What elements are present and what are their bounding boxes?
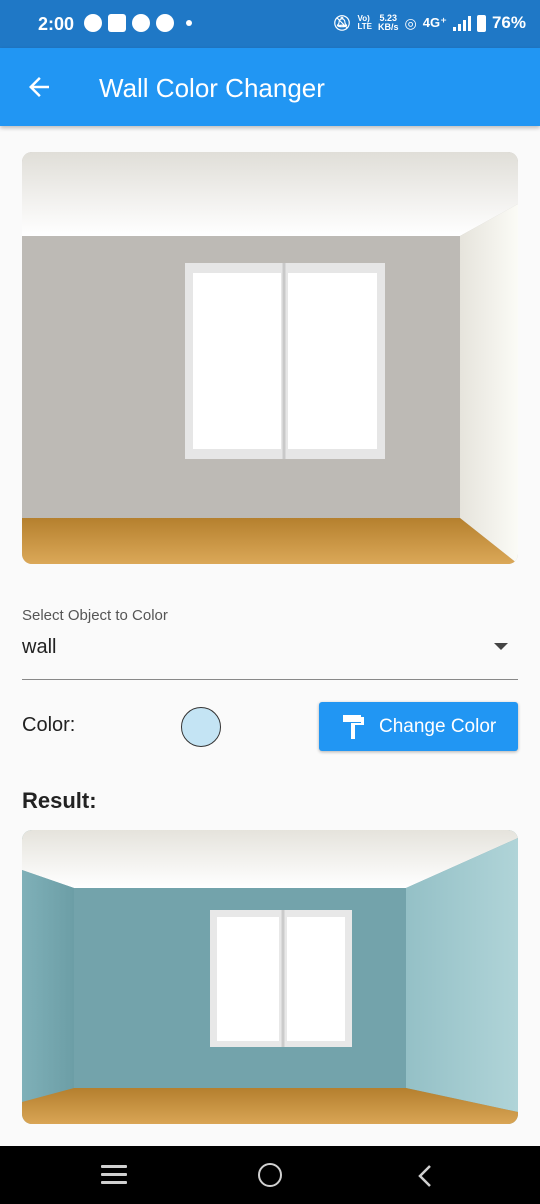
paint-roller-icon xyxy=(343,715,364,739)
status-time: 2:00 xyxy=(38,14,75,34)
select-label: Select Object to Color xyxy=(22,607,168,624)
speed-unit: KB/s xyxy=(378,22,399,32)
compass-icon xyxy=(132,14,150,32)
app-bar: Wall Color Changer xyxy=(0,48,540,126)
mail-icon xyxy=(108,14,126,32)
compass-icon-2 xyxy=(156,14,174,32)
system-nav-bar xyxy=(0,1146,540,1204)
nav-back-icon[interactable] xyxy=(414,1163,436,1189)
color-label: Color: xyxy=(22,714,76,736)
home-icon[interactable] xyxy=(258,1163,282,1187)
status-right: 🔕︎ Vo) LTE 5.23 KB/s ◎ 4G⁺ 76% xyxy=(332,13,526,33)
change-color-label: Change Color xyxy=(379,716,497,737)
original-room-image xyxy=(22,152,518,564)
recent-apps-icon[interactable] xyxy=(101,1165,127,1185)
result-title: Result: xyxy=(22,788,97,813)
color-swatch[interactable] xyxy=(181,707,221,747)
mute-icon: 🔕︎ xyxy=(332,15,352,32)
back-arrow-icon[interactable] xyxy=(24,72,54,102)
whatsapp-icon xyxy=(84,14,102,32)
hotspot-icon: ◎ xyxy=(404,14,417,31)
result-room-image xyxy=(22,830,518,1124)
speed-readout: 5.23 KB/s xyxy=(378,14,399,32)
dropdown-arrow-icon xyxy=(494,643,508,650)
notification-icons xyxy=(84,14,192,32)
battery-icon xyxy=(476,14,486,32)
battery-percent: 76% xyxy=(491,13,526,32)
change-color-button[interactable]: Change Color xyxy=(319,702,518,751)
more-dot-icon xyxy=(186,20,192,26)
select-value: wall xyxy=(22,636,57,658)
signal-icon xyxy=(452,15,471,31)
network-type: 4G⁺ xyxy=(422,15,447,30)
volte-icon: Vo) LTE xyxy=(357,14,373,31)
select-underline xyxy=(22,679,518,680)
status-bar: 2:00 🔕︎ Vo) LTE 5.23 KB/s ◎ 4G⁺ 76% xyxy=(0,0,540,48)
page-title: Wall Color Changer xyxy=(99,73,325,103)
